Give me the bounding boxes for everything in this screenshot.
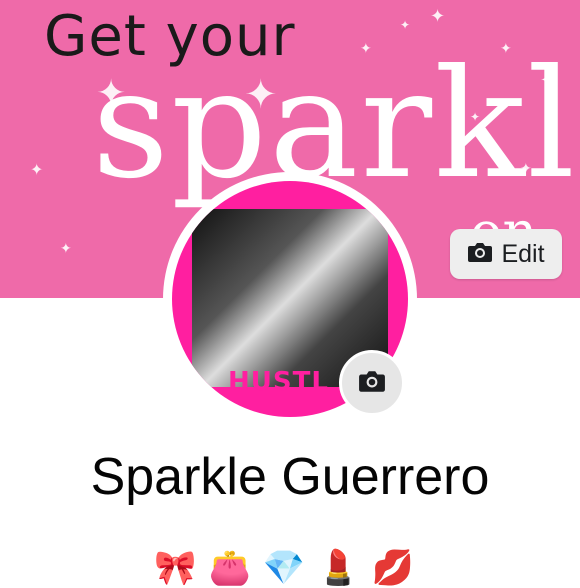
edit-profile-picture-button[interactable]	[339, 350, 405, 416]
sparkle-icon: ✦	[520, 160, 532, 176]
cover-text-line2: sparkle	[92, 38, 580, 212]
sparkle-icon: ✦	[380, 110, 389, 121]
edit-cover-button[interactable]: Edit	[450, 229, 562, 279]
profile-name: Sparkle Guerrero	[90, 448, 490, 506]
sparkle-icon: ✦	[400, 18, 411, 32]
sparkle-icon: ✦	[360, 40, 372, 56]
sparkle-icon: ✦	[96, 72, 127, 113]
sparkle-icon: ✦	[430, 6, 446, 26]
sparkle-icon: ✦	[500, 40, 512, 56]
edit-cover-label: Edit	[501, 239, 545, 268]
camera-icon	[467, 241, 493, 268]
sparkle-icon: ✦	[470, 110, 481, 124]
sparkle-icon: ✦	[244, 73, 278, 117]
profile-picture-text: HUSTL	[228, 367, 329, 397]
sparkle-icon: ✦	[540, 70, 556, 90]
sparkle-icon: ✦	[30, 162, 44, 179]
sparkle-icon: ✦	[60, 240, 72, 256]
profile-bio-emojis: 🎀👛💎💄💋	[154, 548, 426, 588]
camera-icon	[358, 369, 386, 398]
